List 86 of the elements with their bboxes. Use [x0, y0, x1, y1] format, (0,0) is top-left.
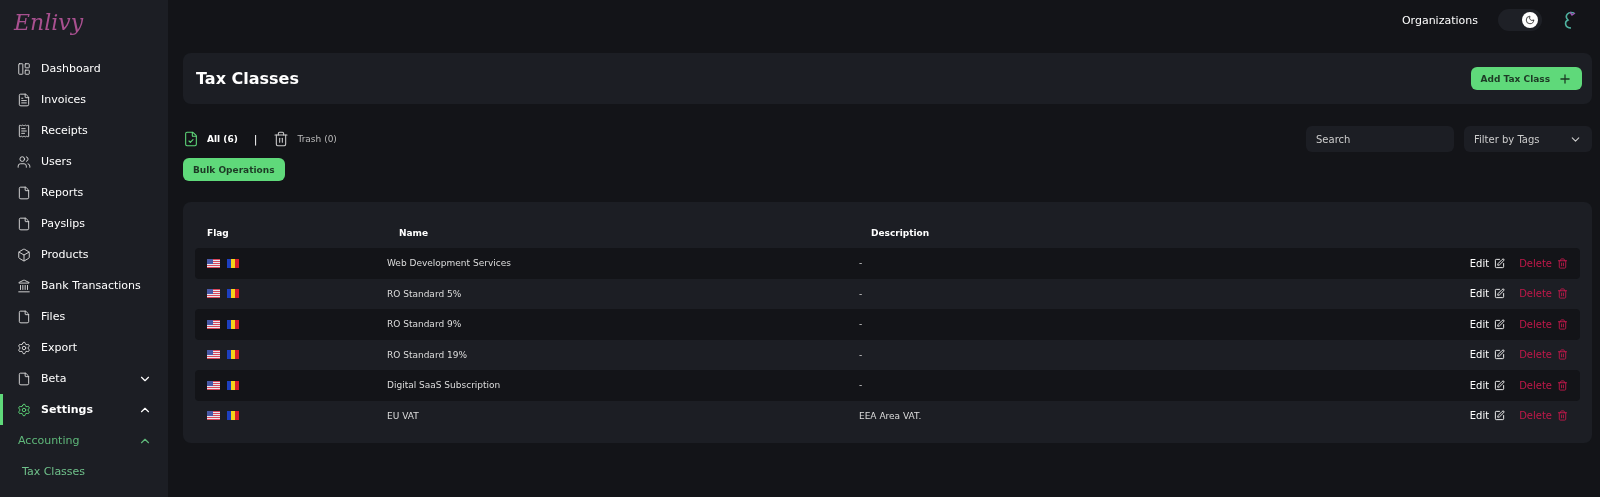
sidebar-item[interactable]: Users	[0, 146, 168, 177]
trash-icon	[273, 131, 290, 147]
users-icon	[17, 154, 31, 169]
sidebar-item[interactable]: Payslips	[0, 208, 168, 239]
table-cell: RO Standard 19%	[387, 349, 467, 360]
ro-flag-icon	[227, 411, 239, 421]
tag-filter-dropdown[interactable]: Filter by Tags	[1464, 126, 1592, 152]
sidebar-item[interactable]: Bank Transactions	[0, 270, 168, 301]
sidebar-item[interactable]: Beta	[0, 363, 168, 394]
organizations-link[interactable]: Organizations	[1401, 13, 1478, 27]
edit-icon	[1494, 257, 1506, 269]
us-flag-icon	[207, 380, 220, 390]
edit-link[interactable]: Edit	[1469, 257, 1506, 269]
filter-tab[interactable]: All (6)	[183, 131, 238, 147]
sidebar-item[interactable]: Products	[0, 239, 168, 270]
trash-icon	[1557, 379, 1568, 391]
document-icon	[17, 185, 31, 200]
sidebar-item[interactable]: Reports	[0, 177, 168, 208]
moon-icon	[1525, 15, 1535, 25]
document-icon	[17, 216, 31, 231]
table-cell: -	[859, 349, 863, 360]
edit-icon	[1494, 288, 1506, 300]
sidebar-item[interactable]: Invoices	[0, 84, 168, 115]
sidebar-item[interactable]: Dashboard	[0, 53, 168, 84]
column-header: Name	[398, 228, 429, 238]
table-cell: Digital SaaS Subscription	[387, 380, 501, 391]
avatar-icon[interactable]	[1562, 10, 1578, 30]
edit-icon	[1494, 349, 1506, 361]
table-cell: -	[859, 319, 863, 330]
trash-icon	[1557, 318, 1568, 330]
sidebar-subitem[interactable]: Tax Classes	[0, 456, 168, 487]
us-flag-icon	[207, 350, 220, 360]
search-field[interactable]: Search	[1306, 126, 1454, 152]
bank-icon	[17, 278, 31, 293]
sidebar-subitem[interactable]: Accounting	[0, 425, 168, 456]
edit-icon	[1494, 410, 1506, 422]
table-cell: EU VAT	[387, 410, 419, 421]
sidebar-item[interactable]: Settings	[0, 394, 168, 425]
us-flag-icon	[207, 411, 220, 421]
edit-link[interactable]: Edit	[1469, 410, 1506, 422]
edit-icon	[1494, 318, 1506, 330]
table-cell: RO Standard 9%	[387, 319, 462, 330]
ro-flag-icon	[227, 258, 239, 268]
us-flag-icon	[207, 258, 220, 268]
document-icon	[17, 92, 31, 107]
trash-icon	[1557, 349, 1568, 361]
sidebar-item[interactable]: Receipts	[0, 115, 168, 146]
filter-tab[interactable]: Trash (0)	[273, 131, 337, 147]
edit-link[interactable]: Edit	[1469, 349, 1506, 361]
box-icon	[17, 247, 31, 262]
ro-flag-icon	[227, 289, 239, 299]
plus-icon	[1558, 71, 1572, 86]
us-flag-icon	[207, 289, 220, 299]
sidebar-item[interactable]: Files	[0, 301, 168, 332]
settings-icon	[17, 402, 31, 417]
table-cell: EEA Area VAT.	[859, 410, 922, 421]
layout-icon	[17, 61, 31, 76]
settings-icon	[17, 340, 31, 355]
add-button[interactable]: Add Tax Class	[1470, 67, 1582, 90]
table-cell: -	[859, 288, 863, 299]
trash-icon	[1557, 288, 1568, 300]
column-header: Flag	[206, 228, 229, 238]
edit-link[interactable]: Edit	[1469, 318, 1506, 330]
table-cell: RO Standard 5%	[387, 288, 462, 299]
table-cell: -	[859, 258, 863, 269]
table-cell: Web Development Services	[387, 258, 511, 269]
file-check-icon	[183, 131, 199, 147]
ro-flag-icon	[227, 350, 239, 360]
document-icon	[17, 371, 31, 386]
us-flag-icon	[207, 319, 220, 329]
edit-icon	[1494, 379, 1506, 391]
bulk-operations-button[interactable]: Bulk Operations	[183, 158, 285, 181]
ro-flag-icon	[227, 380, 239, 390]
separator: |	[253, 132, 258, 146]
trash-icon	[1557, 257, 1568, 269]
table-cell: -	[859, 380, 863, 391]
page-title: Tax Classes	[196, 69, 299, 88]
edit-link[interactable]: Edit	[1469, 288, 1506, 300]
trash-icon	[1557, 410, 1568, 422]
sidebar-item[interactable]: Export	[0, 332, 168, 363]
ro-flag-icon	[227, 319, 239, 329]
column-header: Description	[870, 228, 930, 238]
receipt-icon	[17, 123, 31, 138]
edit-link[interactable]: Edit	[1469, 379, 1506, 391]
theme-toggle[interactable]	[1498, 9, 1542, 31]
document-icon	[17, 309, 31, 324]
